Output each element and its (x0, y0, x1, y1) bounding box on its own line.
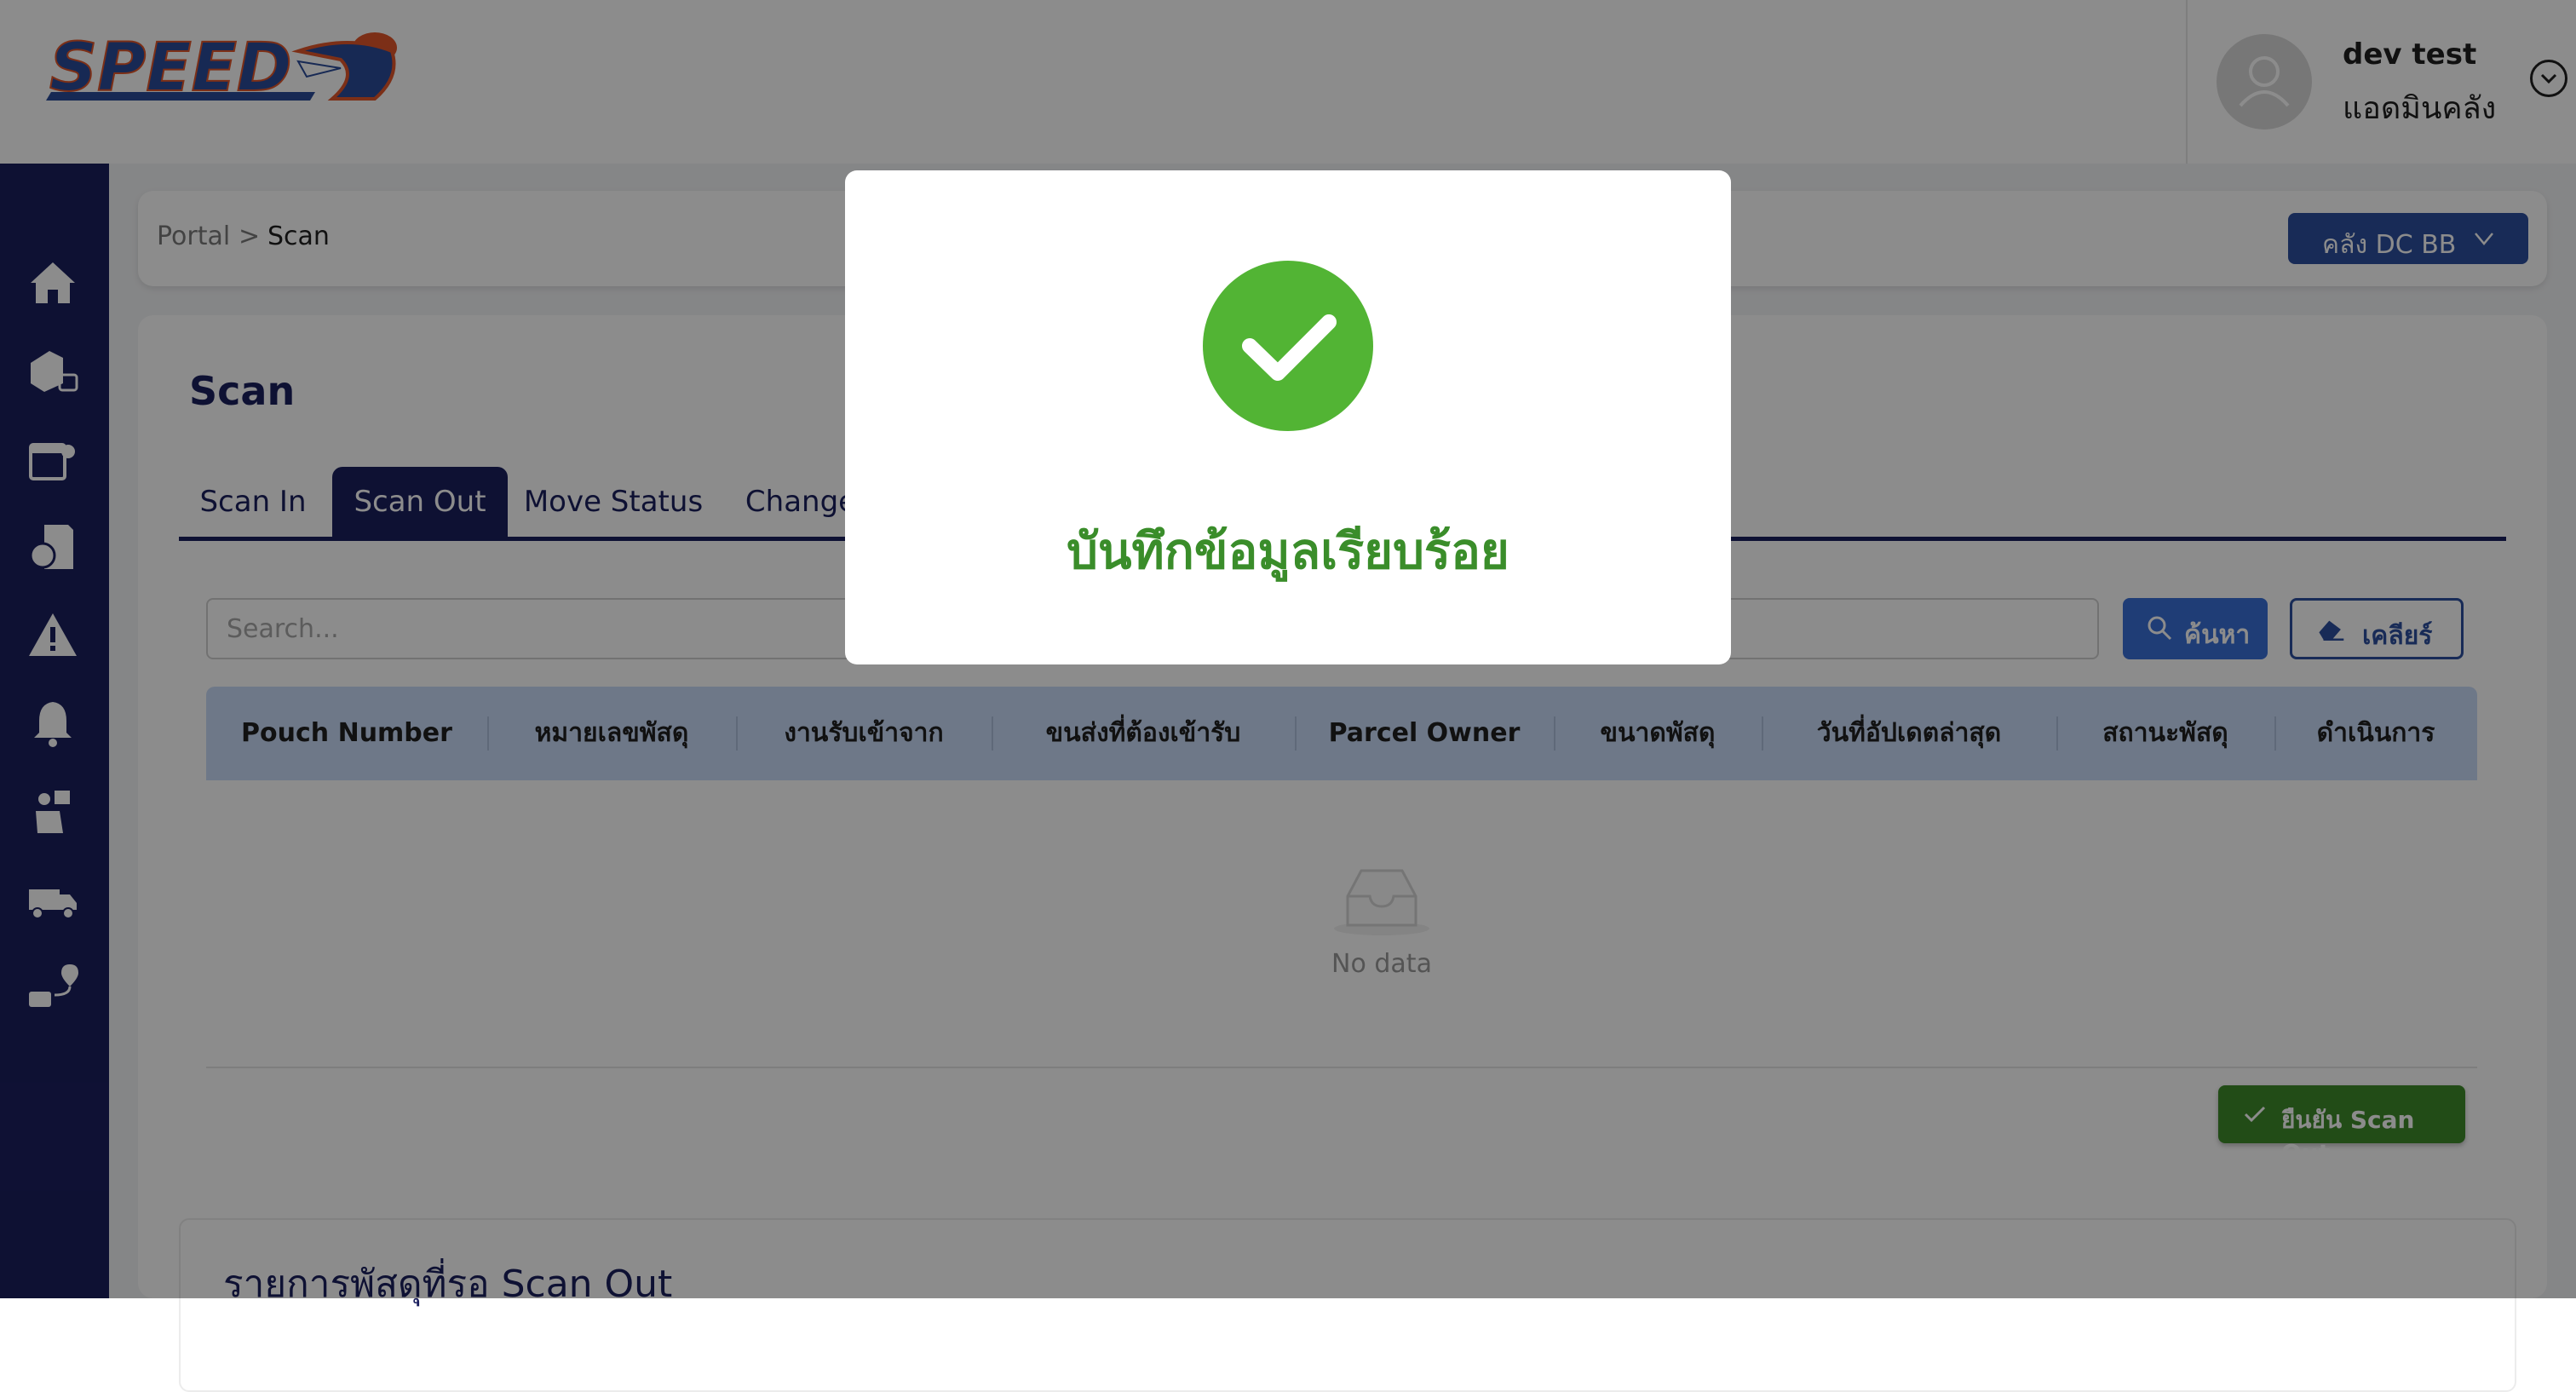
success-check-icon (1203, 261, 1373, 431)
success-modal: บันทึกข้อมูลเรียบร้อย (845, 170, 1731, 664)
success-message: บันทึกข้อมูลเรียบร้อย (1067, 522, 1509, 580)
